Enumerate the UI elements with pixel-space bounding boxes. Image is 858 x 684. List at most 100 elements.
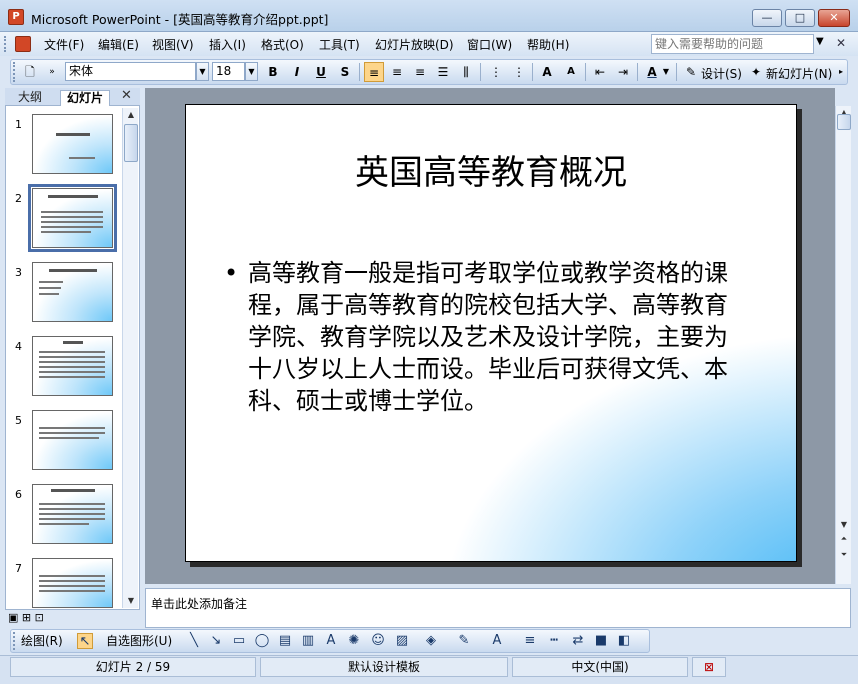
- current-slide[interactable]: 英国高等教育概况 • 高等教育一般是指可考取学位或教学资格的课程，属于高等教育的…: [185, 104, 797, 562]
- previous-slide-icon[interactable]: ⏶: [836, 534, 852, 544]
- new-slide-icon[interactable]: ✦: [746, 62, 766, 82]
- picture-icon[interactable]: ▨: [394, 633, 410, 649]
- decrease-indent-icon[interactable]: ⇤: [590, 62, 610, 82]
- underline-button[interactable]: U: [311, 62, 331, 82]
- font-color-icon[interactable]: A: [642, 62, 662, 82]
- thumbnail-scrollbar[interactable]: ▲ ▼: [122, 108, 138, 608]
- powerpoint-app-icon[interactable]: P: [8, 9, 24, 25]
- scrollbar-thumb[interactable]: [124, 124, 138, 162]
- toolbar-separator: [532, 63, 533, 81]
- close-button[interactable]: ✕: [818, 9, 850, 27]
- new-slide-button[interactable]: 新幻灯片(N): [766, 65, 832, 82]
- menu-help[interactable]: 帮助(H): [527, 37, 569, 53]
- minimize-button[interactable]: —: [752, 9, 782, 27]
- slide-thumbnail-3[interactable]: [32, 262, 113, 322]
- menu-grip[interactable]: [4, 36, 7, 52]
- chevron-down-icon[interactable]: ▼: [196, 62, 209, 81]
- bullets-icon[interactable]: ⋮: [509, 62, 529, 82]
- slide-thumbnail-2[interactable]: [28, 184, 117, 252]
- font-name-select[interactable]: 宋体: [65, 62, 196, 81]
- slide-thumbnail-7[interactable]: [32, 558, 113, 608]
- decrease-font-icon[interactable]: A: [561, 62, 581, 82]
- 3d-style-icon[interactable]: ◧: [616, 633, 632, 649]
- vertical-textbox-icon[interactable]: ▥: [300, 633, 316, 649]
- arrow-tool-icon[interactable]: ↘: [208, 633, 224, 649]
- help-search-input[interactable]: 键入需要帮助的问题: [651, 34, 814, 54]
- slide-thumbnail-6[interactable]: [32, 484, 113, 544]
- pane-close-button[interactable]: ✕: [121, 88, 132, 103]
- dash-style-icon[interactable]: ┅: [546, 633, 562, 649]
- font-size-select[interactable]: 18: [212, 62, 245, 81]
- normal-view-icon[interactable]: ▣: [8, 611, 18, 624]
- slideshow-icon[interactable]: ⊡: [35, 611, 44, 624]
- justify-icon[interactable]: ☰: [433, 62, 453, 82]
- line-style-icon[interactable]: ≡: [522, 633, 538, 649]
- design-icon[interactable]: ✎: [681, 62, 701, 82]
- menu-file[interactable]: 文件(F): [44, 37, 84, 53]
- toolbar-grip[interactable]: [13, 62, 16, 82]
- oval-tool-icon[interactable]: ◯: [254, 633, 270, 649]
- scrollbar-thumb[interactable]: [837, 114, 851, 130]
- scroll-up-icon[interactable]: ▲: [123, 110, 139, 119]
- menu-insert[interactable]: 插入(I): [209, 37, 246, 53]
- chevron-down-icon[interactable]: ▼: [245, 62, 258, 81]
- fill-color-icon[interactable]: ◈: [423, 633, 439, 649]
- toolbar-options-icon[interactable]: ▸: [836, 62, 846, 82]
- shadow-button[interactable]: S: [335, 62, 355, 82]
- line-color-icon[interactable]: ✎: [456, 633, 472, 649]
- toolbar-options-icon[interactable]: »: [42, 62, 62, 82]
- rectangle-tool-icon[interactable]: ▭: [231, 633, 247, 649]
- bold-button[interactable]: B: [263, 62, 283, 82]
- tab-slides[interactable]: 幻灯片: [60, 90, 111, 106]
- font-color-icon[interactable]: A: [489, 633, 505, 649]
- select-pointer-icon[interactable]: ↖: [77, 633, 93, 649]
- slide-body-text[interactable]: • 高等教育一般是指可考取学位或教学资格的课程，属于高等教育的院校包括大学、高等…: [224, 257, 744, 417]
- next-slide-icon[interactable]: ⏷: [836, 550, 852, 560]
- slide-sorter-icon[interactable]: ⊞: [22, 611, 31, 624]
- menu-view[interactable]: 视图(V): [152, 37, 194, 53]
- scroll-down-icon[interactable]: ▼: [836, 520, 852, 529]
- slide-thumbnail-5[interactable]: [32, 410, 113, 470]
- clipart-icon[interactable]: ☺: [370, 633, 386, 649]
- menu-slideshow[interactable]: 幻灯片放映(D): [375, 37, 454, 53]
- notes-pane[interactable]: 单击此处添加备注: [145, 588, 851, 628]
- toolbar-separator: [676, 63, 677, 81]
- menu-format[interactable]: 格式(O): [261, 37, 304, 53]
- arrow-style-icon[interactable]: ⇄: [570, 633, 586, 649]
- line-tool-icon[interactable]: ╲: [186, 633, 202, 649]
- close-icon[interactable]: ✕: [836, 36, 846, 50]
- tab-outline[interactable]: 大纲: [12, 90, 48, 106]
- increase-font-icon[interactable]: A: [537, 62, 557, 82]
- menu-tools[interactable]: 工具(T): [319, 37, 360, 53]
- drawbar-grip[interactable]: [13, 632, 16, 650]
- slide-thumbnail-4[interactable]: [32, 336, 113, 396]
- spelling-status-icon[interactable]: ⊠: [692, 657, 726, 677]
- increase-indent-icon[interactable]: ⇥: [613, 62, 633, 82]
- align-center-icon[interactable]: ≡: [387, 62, 407, 82]
- maximize-button[interactable]: □: [785, 9, 815, 27]
- autoshapes-button[interactable]: 自选图形(U): [106, 633, 172, 649]
- slide-title[interactable]: 英国高等教育概况: [186, 145, 796, 194]
- wordart-icon[interactable]: A: [323, 633, 339, 649]
- draw-menu-button[interactable]: 绘图(R): [21, 633, 63, 649]
- chevron-down-icon[interactable]: ▼: [661, 62, 671, 82]
- toolbar-separator: [637, 63, 638, 81]
- align-left-icon[interactable]: ≡: [364, 62, 384, 82]
- chevron-down-icon[interactable]: ▼: [816, 36, 824, 47]
- slide-thumbnail-1[interactable]: [32, 114, 113, 174]
- shadow-style-icon[interactable]: ■: [593, 633, 609, 649]
- new-document-icon[interactable]: 🗋: [20, 62, 40, 82]
- scroll-down-icon[interactable]: ▼: [123, 596, 139, 605]
- italic-button[interactable]: I: [287, 62, 307, 82]
- menu-edit[interactable]: 编辑(E): [98, 37, 139, 53]
- slide-number: 2: [15, 192, 22, 205]
- vertical-text-icon[interactable]: ⫼: [456, 62, 476, 82]
- menu-window[interactable]: 窗口(W): [467, 37, 512, 53]
- textbox-icon[interactable]: ▤: [277, 633, 293, 649]
- diagram-icon[interactable]: ✺: [346, 633, 362, 649]
- align-right-icon[interactable]: ≡: [410, 62, 430, 82]
- slide-scrollbar[interactable]: ▲ ▼ ⏶ ⏷: [835, 106, 851, 584]
- numbering-icon[interactable]: ⋮: [486, 62, 506, 82]
- design-button[interactable]: 设计(S): [701, 65, 742, 82]
- document-icon[interactable]: [15, 36, 31, 52]
